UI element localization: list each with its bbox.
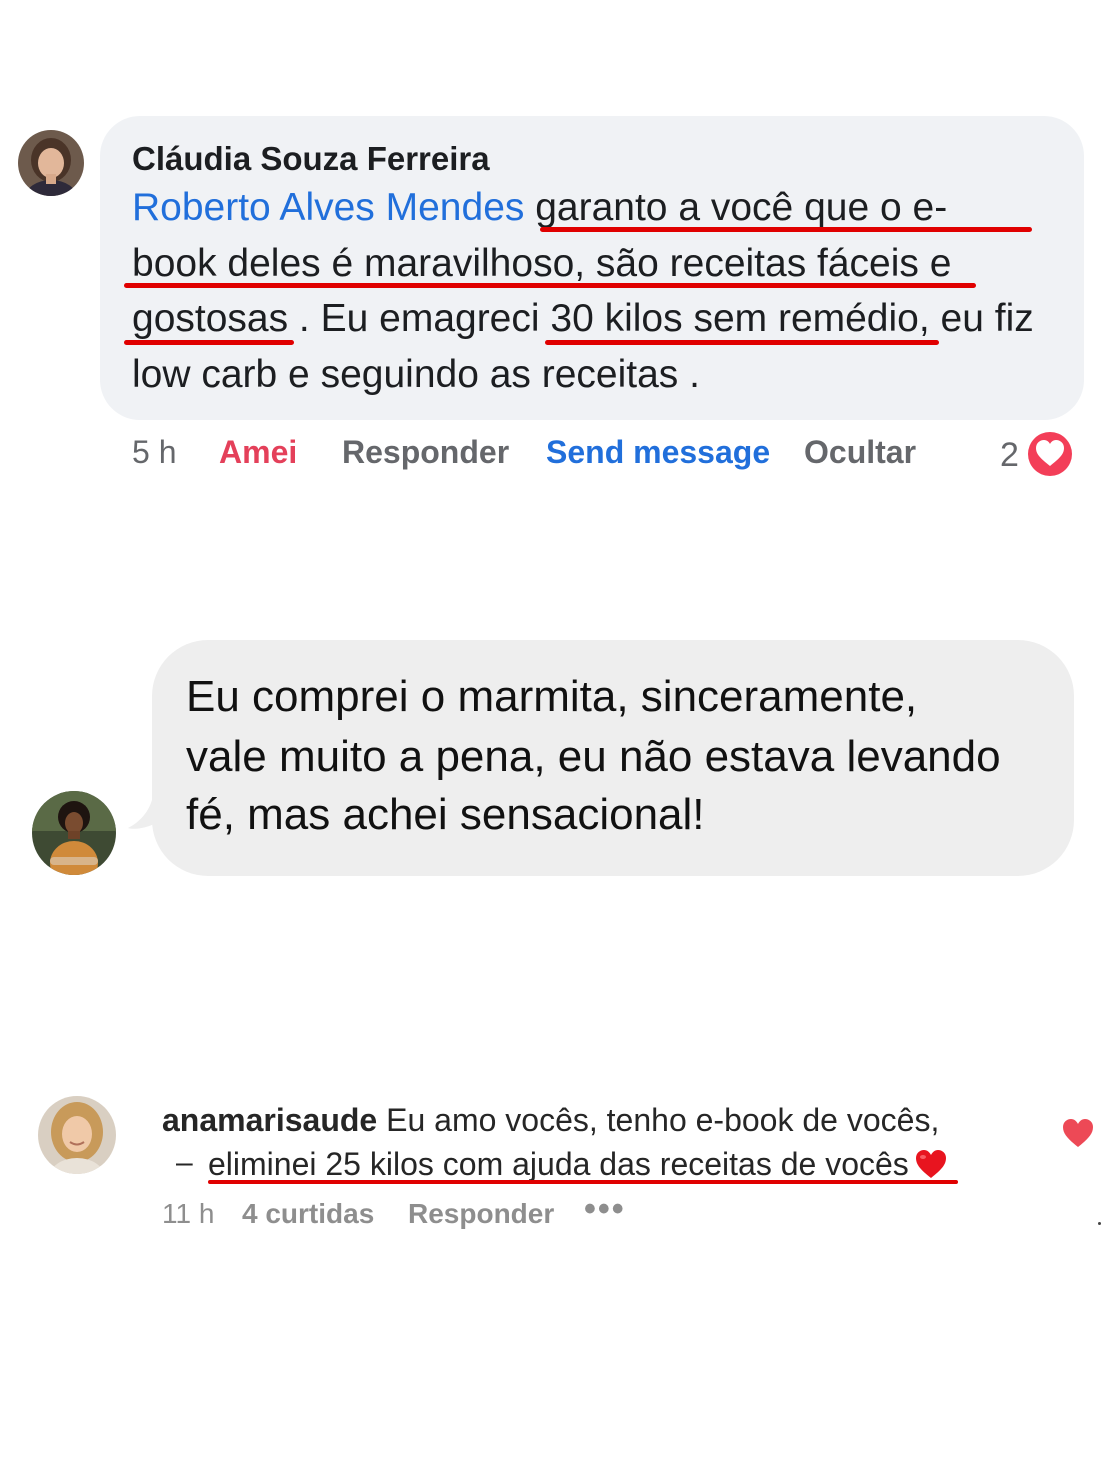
comment-text-segment: eliminei 25 kilos com ajuda das receitas…	[208, 1146, 909, 1182]
comment-author[interactable]: Cláudia Souza Ferreira	[132, 140, 490, 178]
avatar[interactable]	[32, 791, 116, 875]
comment-text-segment: Eu amo vocês, tenho e-book de vocês,	[377, 1102, 940, 1138]
comment-text-line: anamarisaude Eu amo vocês, tenho e-book …	[162, 1102, 939, 1139]
dash-mark: –	[176, 1146, 193, 1179]
bubble-tail	[120, 790, 180, 850]
comment-timestamp: 11 h	[162, 1198, 215, 1229]
heart-like-icon[interactable]	[1062, 1118, 1094, 1148]
avatar[interactable]	[38, 1096, 116, 1174]
comment-text-line: low carb e seguindo as receitas .	[132, 353, 700, 396]
highlight-underline	[540, 227, 1032, 232]
reply-button[interactable]: Responder	[408, 1198, 554, 1230]
likes-count[interactable]: 4 curtidas	[242, 1198, 374, 1230]
highlight-underline	[545, 340, 939, 345]
send-message-button[interactable]: Send message	[546, 434, 770, 471]
comment-timestamp: 5 h	[132, 434, 177, 470]
love-reaction-button[interactable]: Amei	[219, 434, 297, 471]
reaction-count[interactable]: 2	[1000, 436, 1019, 475]
message-text-line: vale muito a pena, eu não estava levando	[186, 732, 1001, 781]
highlight-underline	[124, 283, 976, 288]
more-options-button[interactable]: •••	[584, 1190, 626, 1229]
comment-username[interactable]: anamarisaude	[162, 1102, 377, 1138]
avatar[interactable]	[18, 130, 84, 196]
highlight-underline	[124, 340, 294, 345]
hide-button[interactable]: Ocultar	[804, 434, 916, 471]
message-text-line: fé, mas achei sensacional!	[186, 790, 705, 839]
red-heart-emoji-icon	[915, 1149, 947, 1179]
reply-button[interactable]: Responder	[342, 434, 509, 471]
comment-text-line: gostosas . Eu emagreci 30 kilos sem remé…	[132, 297, 1034, 340]
highlight-underline	[208, 1180, 958, 1184]
comment-text-segment: garanto a você que o e-	[524, 186, 948, 229]
heart-reaction-icon[interactable]	[1024, 428, 1076, 480]
decorative-dot	[1098, 1222, 1101, 1225]
message-text-line: Eu comprei o marmita, sinceramente,	[186, 672, 918, 721]
mention-link[interactable]: Roberto Alves Mendes	[132, 186, 524, 229]
comment-text-line: eliminei 25 kilos com ajuda das receitas…	[208, 1146, 947, 1183]
